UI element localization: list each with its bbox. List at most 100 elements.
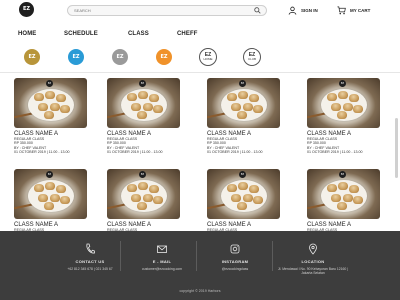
scrollbar[interactable] [395, 78, 398, 230]
dumpling-graphic [243, 194, 253, 202]
class-card[interactable]: EZCLASS NAME AREGULAR CLASSRP 350.000BY … [107, 78, 180, 155]
nav-home[interactable]: HOME [18, 31, 36, 37]
dumpling-graphic [343, 103, 353, 111]
class-date: 01 OCTOBER 2019 | 11.00 - 13.00 [107, 150, 163, 155]
site-header: EZ SIGN IN MY CART [0, 0, 400, 22]
class-date: 01 OCTOBER 2019 | 11.00 - 13.00 [14, 150, 70, 155]
nav-class[interactable]: CLASS [128, 31, 149, 37]
class-image[interactable]: EZ [307, 169, 380, 219]
dumpling-graphic [153, 105, 163, 113]
dumpling-graphic [56, 94, 66, 102]
contact-value[interactable]: +62 812 345 678 | 021 345 67 [50, 267, 130, 271]
dumpling-graphic [50, 194, 60, 202]
class-image[interactable]: EZ [14, 169, 87, 219]
class-image[interactable]: EZ [107, 169, 180, 219]
dumpling-graphic [38, 103, 48, 111]
nav-cheff[interactable]: CHEFF [177, 31, 198, 37]
class-logo-badge: EZ [139, 171, 146, 178]
dumpling-graphic [343, 194, 353, 202]
class-logo-badge: EZ [46, 171, 53, 178]
dumpling-graphic [44, 202, 54, 210]
dumpling-graphic [131, 103, 141, 111]
category-badge-gray[interactable]: EZ [112, 49, 128, 65]
category-badge-home[interactable]: EZ HOME [199, 48, 217, 66]
dumpling-graphic [143, 194, 153, 202]
dumpling-graphic [253, 105, 263, 113]
contact-title: CONTACT US [75, 259, 105, 264]
dumpling-graphic [349, 94, 359, 102]
category-badge-blue[interactable]: EZ [68, 49, 84, 65]
dumpling-graphic [238, 91, 248, 99]
dumpling-graphic [327, 93, 337, 101]
dumpling-graphic [138, 182, 148, 190]
sign-in-label: SIGN IN [301, 7, 318, 13]
dumpling-graphic [45, 91, 55, 99]
dumpling-graphic [238, 182, 248, 190]
dumpling-graphic [231, 194, 241, 202]
search-input[interactable] [74, 6, 244, 15]
footer-email: E - MAIL customer@ezcooking.com [122, 231, 202, 281]
dumpling-graphic [338, 182, 348, 190]
category-filter-bar: EZ EZ EZ EZ EZ HOME EZ CLUB [0, 44, 400, 72]
class-date: 01 OCTOBER 2019 | 11.00 - 13.00 [307, 150, 363, 155]
category-badge-gold[interactable]: EZ [24, 49, 40, 65]
dumpling-graphic [331, 194, 341, 202]
scrollbar-thumb[interactable] [395, 118, 398, 178]
sign-in-link[interactable]: SIGN IN [288, 4, 318, 16]
dumpling-graphic [138, 91, 148, 99]
dumpling-graphic [337, 111, 347, 119]
dumpling-graphic [331, 103, 341, 111]
dumpling-graphic [127, 184, 137, 192]
email-value[interactable]: customer@ezcooking.com [122, 267, 202, 271]
dumpling-graphic [60, 105, 70, 113]
class-image[interactable]: EZ [207, 78, 280, 128]
section-divider [0, 72, 400, 73]
main-nav: HOME SCHEDULE CLASS CHEFF [0, 31, 400, 41]
class-logo-badge: EZ [239, 171, 246, 178]
instagram-value[interactable]: @ezcookingclass [195, 267, 275, 271]
user-icon [288, 6, 297, 15]
class-image[interactable]: EZ [107, 78, 180, 128]
class-card[interactable]: EZCLASS NAME AREGULAR CLASSRP 350.000BY … [307, 78, 380, 155]
class-logo-badge: EZ [339, 80, 346, 87]
dumpling-graphic [353, 105, 363, 113]
dumpling-graphic [349, 185, 359, 193]
badge-club-bottom: CLUB [247, 57, 256, 61]
class-logo-badge: EZ [139, 80, 146, 87]
category-badge-orange[interactable]: EZ [156, 49, 172, 65]
nav-schedule[interactable]: SCHEDULE [64, 31, 98, 37]
footer-location: LOCATION Jl. Mendawai I No. 90 Kebayoran… [273, 231, 353, 281]
class-image[interactable]: EZ [14, 78, 87, 128]
search-box[interactable] [67, 5, 267, 16]
dumpling-graphic [337, 202, 347, 210]
copyright-text: copyright © 2019 Harbors [179, 289, 221, 293]
class-logo-badge: EZ [339, 171, 346, 178]
phone-icon [86, 243, 95, 254]
dumpling-graphic [249, 94, 259, 102]
site-logo[interactable]: EZ [19, 2, 34, 17]
dumpling-graphic [143, 103, 153, 111]
class-image[interactable]: EZ [207, 169, 280, 219]
dumpling-graphic [60, 196, 70, 204]
dumpling-graphic [34, 184, 44, 192]
category-badge-club[interactable]: EZ CLUB [243, 48, 261, 66]
class-card[interactable]: EZCLASS NAME AREGULAR CLASSRP 350.000BY … [207, 78, 280, 155]
location-value: Jl. Mendawai I No. 90 Kebayoran Baru 121… [277, 267, 349, 275]
dumpling-graphic [243, 103, 253, 111]
dumpling-graphic [227, 184, 237, 192]
footer-instagram: INSTAGRAM @ezcookingclass [195, 231, 275, 281]
cart-link[interactable]: MY CART [337, 4, 370, 16]
class-image[interactable]: EZ [307, 78, 380, 128]
dumpling-graphic [131, 194, 141, 202]
footer-contact: CONTACT US +62 812 345 678 | 021 345 67 [50, 231, 130, 281]
search-icon[interactable] [254, 7, 261, 14]
dumpling-graphic [237, 111, 247, 119]
location-title: LOCATION [301, 259, 325, 264]
dumpling-graphic [127, 93, 137, 101]
dumpling-graphic [34, 93, 44, 101]
dumpling-graphic [237, 202, 247, 210]
email-title: E - MAIL [152, 259, 172, 264]
dumpling-graphic [338, 91, 348, 99]
location-pin-icon [309, 243, 317, 255]
class-card[interactable]: EZCLASS NAME AREGULAR CLASSRP 350.000BY … [14, 78, 87, 155]
